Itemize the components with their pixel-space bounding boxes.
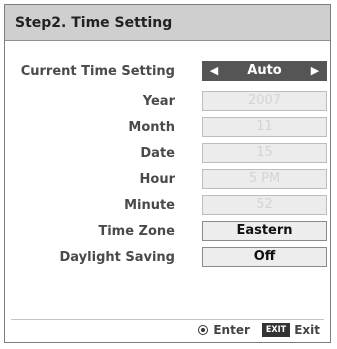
date-field: 15 [202, 143, 327, 163]
current-time-setting-value: Auto [247, 63, 282, 78]
hour-label: Hour [139, 172, 175, 187]
right-arrow-icon[interactable]: ▶ [307, 62, 323, 80]
setting-row-daylight-saving: Daylight Saving Off [5, 247, 330, 269]
setting-row-current-time: Current Time Setting ◀ Auto ▶ [5, 61, 330, 83]
footer-divider [11, 319, 324, 320]
current-time-setting-selector[interactable]: ◀ Auto ▶ [202, 61, 327, 81]
exit-hint-label: Exit [294, 323, 320, 337]
daylight-saving-field[interactable]: Off [202, 247, 327, 267]
enter-button-icon [198, 325, 209, 335]
time-zone-label: Time Zone [98, 224, 175, 239]
hour-field: 5 PM [202, 169, 327, 189]
date-label: Date [140, 146, 175, 161]
panel-title-text: Step2. Time Setting [15, 14, 173, 31]
setting-row-hour: Hour 5 PM [5, 169, 330, 191]
footer-hints: Enter EXIT Exit [198, 323, 320, 337]
setting-row-year: Year 2007 [5, 91, 330, 113]
current-time-setting-label: Current Time Setting [20, 64, 175, 79]
left-arrow-icon[interactable]: ◀ [206, 62, 222, 80]
setting-row-date: Date 15 [5, 143, 330, 165]
time-setting-panel: Step2. Time Setting Current Time Setting… [4, 4, 331, 343]
enter-hint-label: Enter [213, 323, 250, 337]
month-label: Month [128, 120, 175, 135]
month-field: 11 [202, 117, 327, 137]
setting-row-month: Month 11 [5, 117, 330, 139]
year-label: Year [142, 94, 175, 109]
year-field: 2007 [202, 91, 327, 111]
exit-key-icon: EXIT [261, 323, 291, 337]
setting-row-minute: Minute 52 [5, 195, 330, 217]
time-zone-field[interactable]: Eastern [202, 221, 327, 241]
daylight-saving-label: Daylight Saving [59, 250, 175, 265]
panel-title: Step2. Time Setting [5, 5, 330, 41]
minute-label: Minute [124, 198, 175, 213]
setting-row-time-zone: Time Zone Eastern [5, 221, 330, 243]
minute-field: 52 [202, 195, 327, 215]
